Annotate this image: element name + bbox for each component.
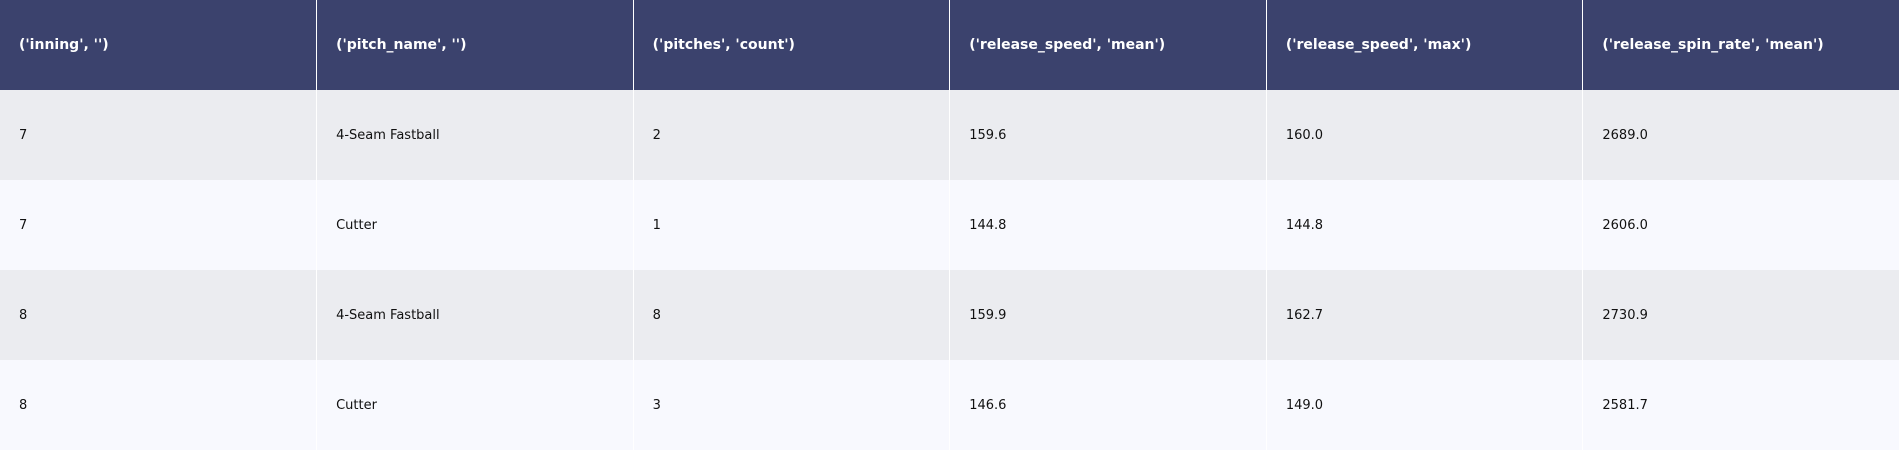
table-cell: 8: [632, 270, 951, 360]
table-cell: 2689.0: [1582, 90, 1900, 180]
table-row: 7 4-Seam Fastball 2 159.6 160.0 2689.0: [0, 90, 1900, 180]
table-cell: 1: [632, 180, 951, 270]
pitch-stats-table: ('inning', '') ('pitch_name', '') ('pitche…: [0, 0, 1900, 450]
table-cell: 159.6: [949, 90, 1267, 180]
table-cell: 146.6: [949, 360, 1267, 450]
header-row: ('inning', '') ('pitch_name', '') ('pitche…: [0, 0, 1900, 90]
table-cell: Cutter: [316, 180, 634, 270]
table-row: 7 Cutter 1 144.8 144.8 2606.0: [0, 180, 1900, 270]
table-cell: 7: [0, 180, 318, 270]
table-cell: 160.0: [1265, 90, 1584, 180]
column-header-1: ('pitch_name', ''): [316, 0, 634, 90]
table-cell: 4-Seam Fastball: [316, 270, 634, 360]
table-cell: 4-Seam Fastball: [316, 90, 634, 180]
table-cell: 8: [0, 270, 318, 360]
table-cell: 2606.0: [1582, 180, 1900, 270]
table-cell: 2730.9: [1582, 270, 1900, 360]
table-cell: 149.0: [1265, 360, 1584, 450]
column-header-5: ('release_spin_rate', 'mean'): [1582, 0, 1900, 90]
column-header-2: ('pitches', 'count'): [632, 0, 951, 90]
data-table-container: ('inning', '') ('pitch_name', '') ('pitche…: [0, 0, 1900, 450]
table-cell: 3: [632, 360, 951, 450]
column-header-3: ('release_speed', 'mean'): [949, 0, 1267, 90]
table-cell: Cutter: [316, 360, 634, 450]
table-cell: 2: [632, 90, 951, 180]
table-cell: 8: [0, 360, 318, 450]
table-cell: 159.9: [949, 270, 1267, 360]
table-cell: 2581.7: [1582, 360, 1900, 450]
table-cell: 162.7: [1265, 270, 1584, 360]
table-header: ('inning', '') ('pitch_name', '') ('pitche…: [0, 0, 1900, 90]
table-cell: 144.8: [949, 180, 1267, 270]
column-header-0: ('inning', ''): [0, 0, 318, 90]
table-row: 8 4-Seam Fastball 8 159.9 162.7 2730.9: [0, 270, 1900, 360]
table-cell: 7: [0, 90, 318, 180]
table-cell: 144.8: [1265, 180, 1584, 270]
table-body: 7 4-Seam Fastball 2 159.6 160.0 2689.0 7 Cutter…: [0, 90, 1900, 450]
table-row: 8 Cutter 3 146.6 149.0 2581.7: [0, 360, 1900, 450]
column-header-4: ('release_speed', 'max'): [1265, 0, 1584, 90]
